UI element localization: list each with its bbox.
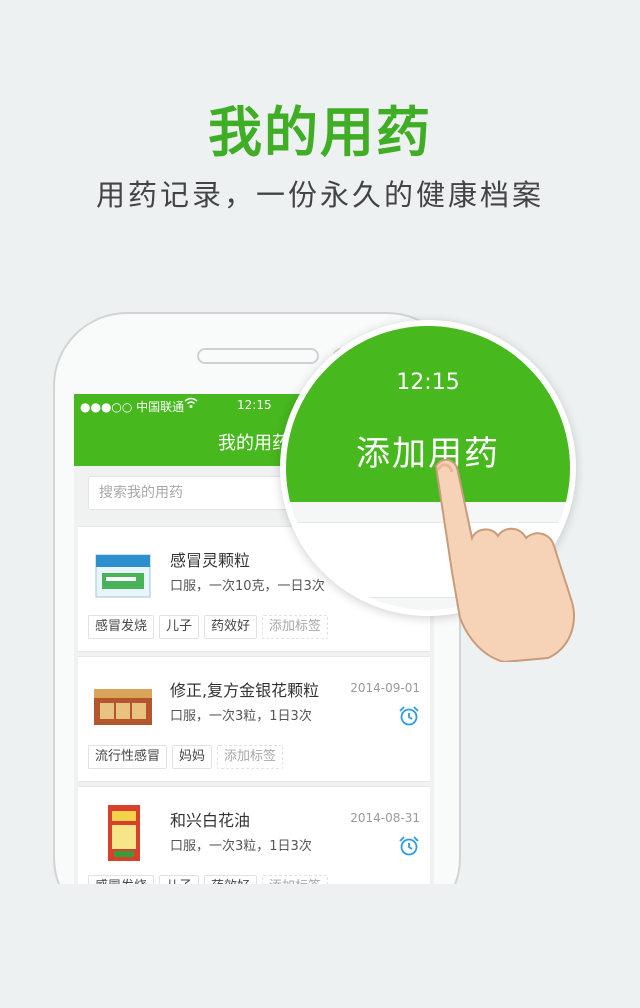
tag-list: 感冒发烧儿子药效好添加标签 xyxy=(88,875,333,884)
tag[interactable]: 药效好 xyxy=(204,615,258,639)
magnified-time: 12:15 xyxy=(396,370,460,395)
medication-name: 修正,复方金银花颗粒 xyxy=(170,681,320,700)
hero-title: 我的用药 xyxy=(208,101,432,164)
hand-pointer-icon xyxy=(434,458,575,662)
tag-list: 感冒发烧儿子药效好添加标签 xyxy=(88,615,333,641)
add-tag-button[interactable]: 添加标签 xyxy=(217,745,284,769)
tag[interactable]: 药效好 xyxy=(204,875,258,884)
medicine-box-image xyxy=(94,689,152,725)
carrier-label: ●●●○○ 中国联通 xyxy=(80,400,185,414)
alarm-clock-icon[interactable] xyxy=(398,705,420,727)
medication-card[interactable]: 修正,复方金银花颗粒 2014-09-01 口服，一次3粒，1日3次 流行性感冒… xyxy=(78,656,430,782)
tag[interactable]: 流行性感冒 xyxy=(88,745,168,769)
add-tag-button[interactable]: 添加标签 xyxy=(262,615,329,639)
medication-date: 2014-09-01 xyxy=(350,681,420,695)
tag[interactable]: 感冒发烧 xyxy=(88,875,155,884)
tag[interactable]: 感冒发烧 xyxy=(88,615,155,639)
hero-subtitle: 用药记录，一份永久的健康档案 xyxy=(95,178,544,212)
medication-dose: 口服，一次3粒，1日3次 xyxy=(170,839,312,854)
medication-date: 2014-08-31 xyxy=(350,811,420,825)
medication-dose: 口服，一次3粒，1日3次 xyxy=(170,709,312,724)
medication-card[interactable]: 和兴白花油 2014-08-31 口服，一次3粒，1日3次 感冒发烧儿子药效好添… xyxy=(78,786,430,884)
tag[interactable]: 儿子 xyxy=(159,875,200,884)
bottom-fade xyxy=(0,884,640,1008)
tag-list: 流行性感冒 妈妈 添加标签 xyxy=(88,745,288,771)
status-time: 12:15 xyxy=(237,398,272,412)
tag[interactable]: 妈妈 xyxy=(172,745,213,769)
wifi-icon xyxy=(184,396,198,413)
medication-name: 和兴白花油 xyxy=(170,811,251,830)
medicine-box-image xyxy=(108,805,140,861)
medicine-box-image xyxy=(95,554,151,598)
medication-name: 感冒灵颗粒 xyxy=(170,551,251,570)
alarm-clock-icon[interactable] xyxy=(398,835,420,857)
tag[interactable]: 儿子 xyxy=(159,615,200,639)
add-tag-button[interactable]: 添加标签 xyxy=(262,875,329,884)
